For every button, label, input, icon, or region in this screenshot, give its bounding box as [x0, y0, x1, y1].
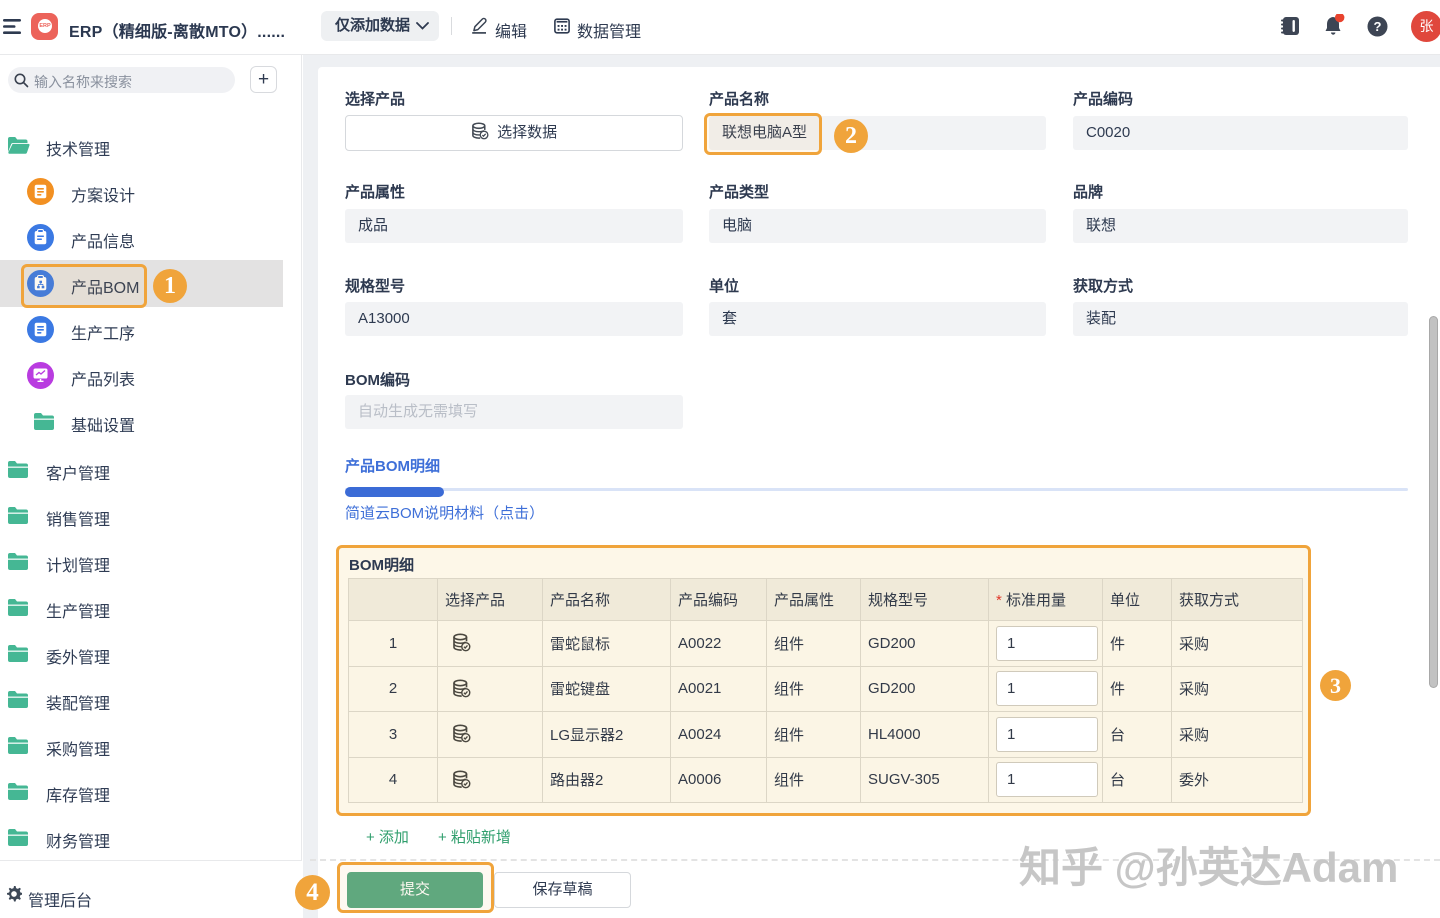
svg-text:?: ?: [1374, 19, 1382, 34]
